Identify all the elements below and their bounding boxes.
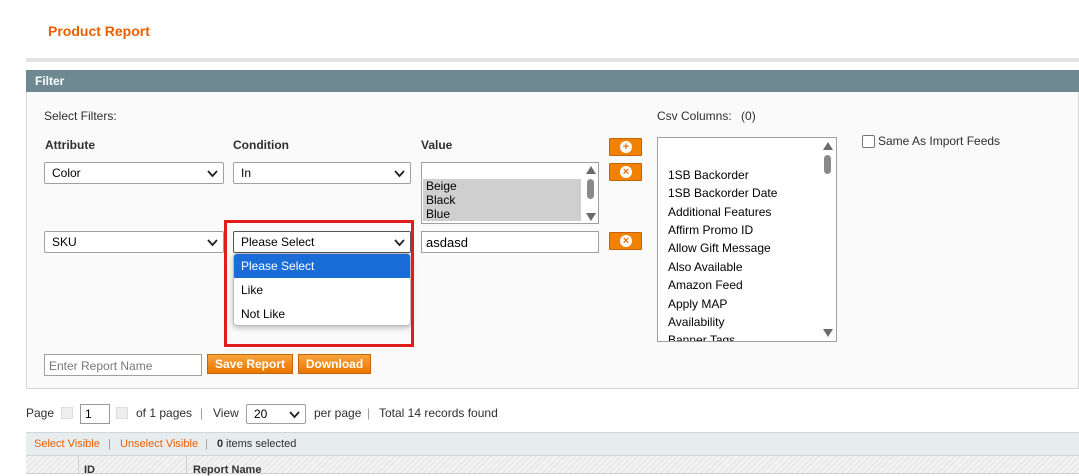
csv-column-option[interactable]: Additional Features: [668, 205, 771, 219]
add-filter-button[interactable]: +: [609, 138, 642, 156]
select-filters-label: Select Filters:: [44, 109, 117, 123]
value-multiselect-row1[interactable]: Beige Black Blue: [421, 162, 599, 224]
save-report-button[interactable]: Save Report: [207, 354, 293, 374]
next-page-icon: [116, 407, 128, 419]
value-column-header: Value: [421, 138, 453, 152]
condition-select-row1[interactable]: In: [233, 162, 411, 184]
grid-column-divider: [186, 456, 187, 474]
pager-of-pages: of 1 pages: [136, 406, 193, 420]
value-option[interactable]: Blue: [423, 207, 581, 221]
massaction-separator: |: [205, 438, 208, 450]
attribute-select-row2[interactable]: SKU: [44, 231, 224, 253]
massaction-separator: |: [108, 438, 111, 450]
scroll-up-icon[interactable]: [586, 166, 596, 174]
items-selected-count: 0: [217, 438, 224, 450]
scroll-up-icon[interactable]: [823, 142, 833, 150]
plus-circle-icon: +: [620, 141, 632, 153]
per-page-value: 20: [254, 407, 268, 421]
x-circle-icon: ×: [620, 235, 632, 247]
chevron-down-icon: [289, 411, 300, 419]
scroll-down-icon[interactable]: [586, 213, 596, 221]
filter-header[interactable]: Filter: [26, 70, 1079, 92]
prev-page-icon: [61, 407, 73, 419]
grid-header-row: ID Report Name: [26, 456, 1079, 476]
condition-column-header: Condition: [233, 138, 289, 152]
report-name-input[interactable]: Enter Report Name: [44, 354, 202, 376]
grid-column-report-name[interactable]: Report Name: [193, 464, 261, 476]
csv-column-option[interactable]: Affirm Promo ID: [668, 223, 753, 237]
condition-select-value: In: [241, 166, 252, 180]
scrollbar-thumb[interactable]: [587, 179, 594, 199]
chevron-down-icon: [207, 170, 218, 178]
total-records: Total 14 records found: [379, 406, 498, 420]
csv-column-option[interactable]: Availability: [668, 315, 724, 329]
pager-view-label: View: [213, 406, 239, 420]
highlight-annotation: [224, 220, 414, 347]
pager-separator: |: [200, 406, 204, 420]
scroll-down-icon[interactable]: [823, 329, 833, 337]
csv-columns-list[interactable]: 1SB Backorder 1SB Backorder Date Additio…: [657, 137, 837, 342]
pager-separator: |: [367, 406, 371, 420]
csv-column-option[interactable]: Allow Gift Message: [668, 241, 771, 255]
attribute-select-value: Color: [52, 166, 81, 180]
pager-page-label: Page: [26, 406, 55, 420]
csv-columns-label: Csv Columns: (0): [657, 109, 756, 123]
csv-column-option[interactable]: Apply MAP: [668, 297, 727, 311]
items-selected-text: items selected: [226, 438, 297, 450]
attribute-column-header: Attribute: [45, 138, 95, 152]
csv-column-option[interactable]: Amazon Feed: [668, 278, 743, 292]
download-button[interactable]: Download: [298, 354, 371, 374]
value-input-row2[interactable]: asdasd: [421, 231, 599, 253]
value-option[interactable]: Beige: [423, 179, 581, 193]
page-number-input[interactable]: 1: [80, 404, 110, 424]
chevron-down-icon: [394, 170, 405, 178]
same-as-import-checkbox[interactable]: [862, 135, 875, 148]
per-page-select[interactable]: 20: [246, 404, 306, 424]
title-divider: [26, 58, 1079, 62]
csv-column-option[interactable]: Banner Tags: [668, 333, 735, 341]
grid-column-divider: [78, 456, 79, 474]
page-title: Product Report: [48, 23, 150, 39]
unselect-visible-link[interactable]: Unselect Visible: [120, 438, 198, 450]
value-option[interactable]: Black: [423, 193, 581, 207]
attribute-select-value: SKU: [52, 235, 77, 249]
csv-columns-label-text: Csv Columns:: [657, 109, 732, 123]
x-circle-icon: ×: [620, 166, 632, 178]
select-visible-link[interactable]: Select Visible: [34, 438, 100, 450]
chevron-down-icon: [207, 239, 218, 247]
massaction-bar: Select Visible | Unselect Visible | 0 it…: [26, 432, 1079, 456]
per-page-label: per page: [314, 406, 362, 420]
same-as-import-label: Same As Import Feeds: [878, 134, 1001, 148]
csv-column-option[interactable]: 1SB Backorder Date: [668, 186, 777, 200]
attribute-select-row1[interactable]: Color: [44, 162, 224, 184]
csv-columns-count: (0): [741, 109, 756, 123]
remove-filter-button-row2[interactable]: ×: [609, 232, 642, 250]
csv-column-option[interactable]: 1SB Backorder: [668, 168, 749, 182]
grid-column-id[interactable]: ID: [84, 464, 95, 476]
csv-column-option[interactable]: Also Available: [668, 260, 743, 274]
remove-filter-button-row1[interactable]: ×: [609, 163, 642, 181]
scrollbar-thumb[interactable]: [824, 155, 831, 174]
